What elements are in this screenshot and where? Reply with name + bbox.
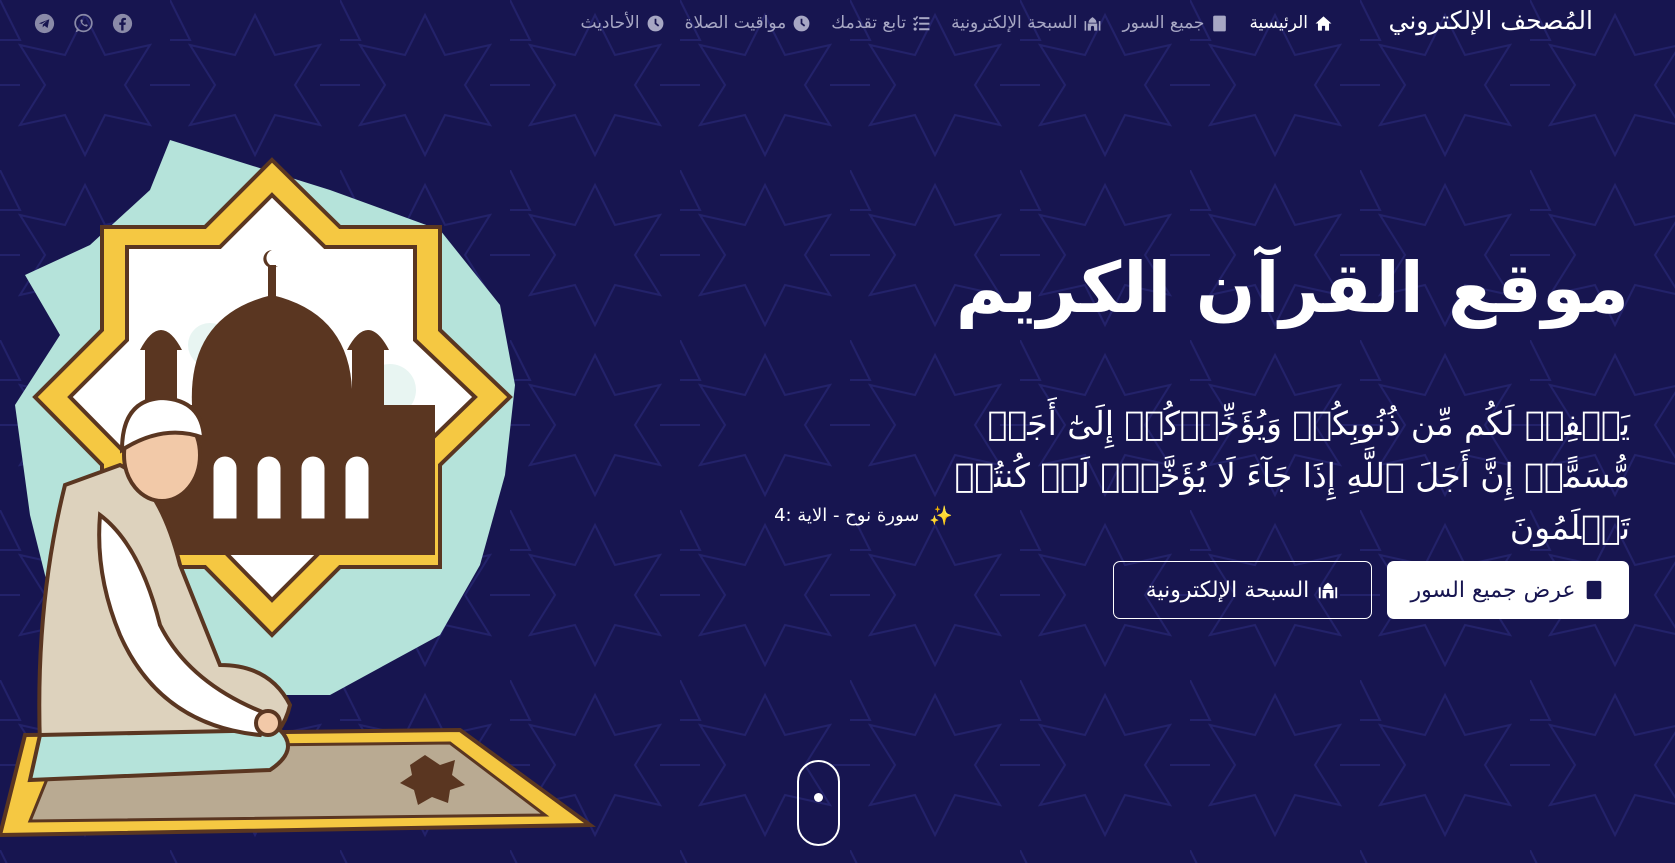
- mosque-icon: [1085, 16, 1101, 31]
- verse-reference-text: سورة نوح - الاية :4: [774, 505, 920, 526]
- button-label: عرض جميع السور: [1410, 577, 1576, 603]
- nav-item-home[interactable]: الرئيسية: [1249, 13, 1333, 33]
- nav-item-hadith[interactable]: الأحاديث: [581, 13, 665, 33]
- facebook-icon[interactable]: [112, 13, 133, 34]
- hero-title: موقع القرآن الكريم: [955, 247, 1629, 329]
- sparkles-icon: ✨: [929, 505, 953, 527]
- whatsapp-icon[interactable]: [73, 13, 94, 34]
- quran-icon: [1213, 15, 1227, 31]
- nav-item-label: تابع تقدمك: [831, 13, 907, 33]
- scroll-dot: [814, 793, 823, 802]
- nav-item-label: الأحاديث: [580, 13, 640, 33]
- nav-item-label: السبحة الإلكترونية: [951, 13, 1078, 33]
- social-links: [34, 13, 133, 34]
- button-label: السبحة الإلكترونية: [1145, 577, 1310, 603]
- nav-item-all-surahs[interactable]: جميع السور: [1122, 13, 1229, 33]
- navbar: المُصحف الإلكتروني الرئيسية جميع السور ا…: [0, 0, 1675, 46]
- list-check-icon: [913, 15, 930, 31]
- nav-item-label: جميع السور: [1122, 13, 1205, 33]
- telegram-icon[interactable]: [34, 13, 55, 34]
- verse-reference: ✨ سورة نوح - الاية :4: [774, 504, 953, 527]
- praying-man-mosque-illustration: [0, 140, 596, 838]
- brand-logo-text[interactable]: المُصحف الإلكتروني: [1389, 6, 1594, 35]
- nav-item-label: مواقيت الصلاة: [684, 13, 787, 33]
- scroll-down-indicator[interactable]: [797, 760, 840, 846]
- nav-item-label: الرئيسية: [1249, 13, 1308, 33]
- quran-verse: يَغۡفِرۡ لَكُم مِّن ذُنُوبِكُمۡ وَيُؤَخِ…: [954, 404, 1630, 547]
- home-icon: [1315, 15, 1332, 31]
- view-all-surahs-button[interactable]: عرض جميع السور: [1387, 561, 1629, 619]
- tasbih-button[interactable]: السبحة الإلكترونية: [1113, 561, 1372, 619]
- clock-icon: [647, 15, 664, 31]
- nav-item-tasbih[interactable]: السبحة الإلكترونية: [951, 13, 1102, 33]
- nav-item-progress[interactable]: تابع تقدمك: [831, 13, 931, 33]
- clock-icon: [793, 15, 810, 31]
- mosque-icon: [1319, 582, 1338, 599]
- quran-icon: [1587, 580, 1602, 600]
- nav-item-prayer-times[interactable]: مواقيت الصلاة: [685, 13, 812, 33]
- nav-links: الرئيسية جميع السور السبحة الإلكترونية ت…: [581, 0, 1334, 46]
